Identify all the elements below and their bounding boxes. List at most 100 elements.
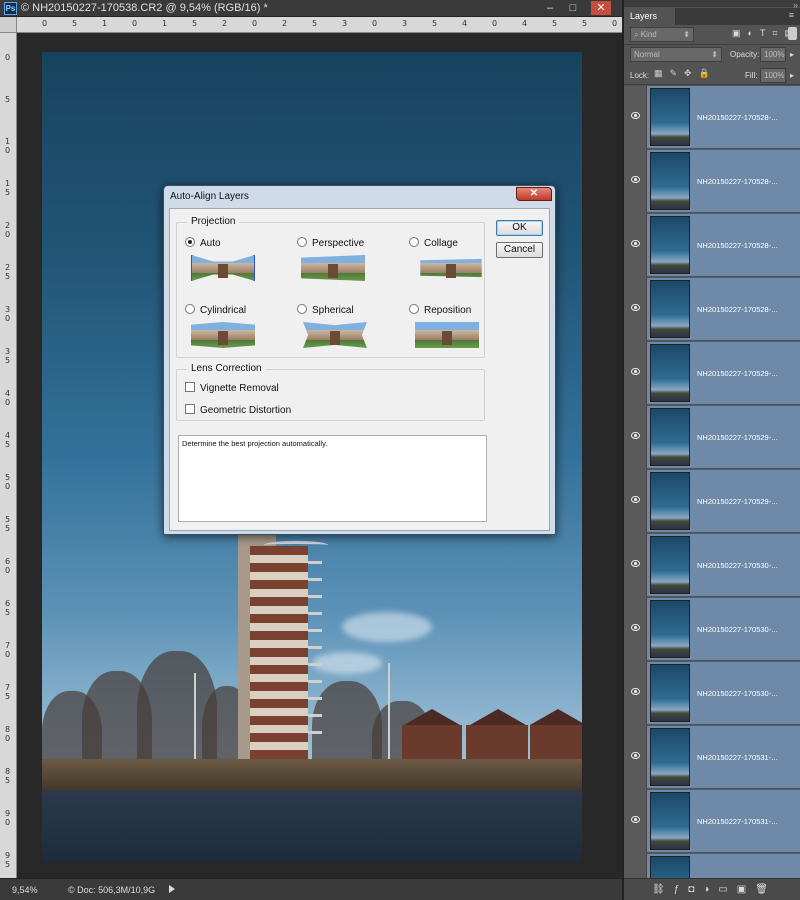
visibility-toggle[interactable] [624, 406, 647, 469]
ruler-tick-label: 7 5 [5, 683, 11, 701]
visibility-toggle[interactable] [624, 534, 647, 597]
radio-button[interactable] [185, 237, 195, 247]
layer-row[interactable]: NH20150227-170528-... [624, 278, 800, 341]
radio-auto[interactable]: Auto [185, 237, 221, 249]
layer-row[interactable]: NH20150227-170530-... [624, 662, 800, 725]
layer-thumbnail [650, 472, 690, 530]
checkbox[interactable] [185, 382, 195, 392]
document-titlebar: Ps © NH20150227-170538.CR2 @ 9,54% (RGB/… [0, 0, 622, 17]
layers-panel-footer: ⛓ƒ◘◑▭▣🗑 [624, 878, 800, 900]
spherical-projection-preview [303, 322, 367, 348]
radio-button[interactable] [185, 304, 195, 314]
layer-row[interactable]: NH20150227-170531-... [624, 726, 800, 789]
layer-name[interactable]: NH20150227-170529-... [697, 433, 777, 442]
horizontal-ruler[interactable]: 05101520253035404550 [17, 17, 622, 33]
fill-arrow-icon[interactable]: ▸ [790, 71, 794, 80]
ruler-tick-label: 4 0 [5, 389, 11, 407]
visibility-toggle[interactable] [624, 662, 647, 725]
radio-cylindrical[interactable]: Cylindrical [185, 304, 246, 316]
dialog-close-button[interactable]: ✕ [516, 187, 552, 201]
layer-name[interactable]: NH20150227-170528-... [697, 305, 777, 314]
radio-button[interactable] [409, 304, 419, 314]
layer-name[interactable]: NH20150227-170529-... [697, 369, 777, 378]
layer-name[interactable]: NH20150227-170531-... [697, 753, 777, 762]
visibility-toggle[interactable] [624, 86, 647, 149]
tab-layers[interactable]: Layers [624, 8, 676, 25]
blend-mode-select[interactable]: Normal ⬍ [630, 47, 722, 62]
ruler-tick-label: 2 5 [5, 263, 11, 281]
visibility-toggle[interactable] [624, 854, 647, 878]
visibility-toggle[interactable] [624, 342, 647, 405]
layer-thumbnail [650, 728, 690, 786]
visibility-toggle[interactable] [624, 278, 647, 341]
radio-collage[interactable]: Collage [409, 237, 458, 249]
opacity-arrow-icon[interactable]: ▸ [790, 50, 794, 59]
layer-row[interactable]: NH20150227-170528-... [624, 214, 800, 277]
layer-row[interactable]: NH20150227-170531-... [624, 790, 800, 853]
opacity-field[interactable]: 100% [760, 47, 786, 62]
minimize-button[interactable]: – [540, 1, 560, 15]
collage-projection-preview [419, 255, 483, 281]
layer-row[interactable]: NH20150227-170529-... [624, 406, 800, 469]
layer-name[interactable]: NH20150227-170529-... [697, 497, 777, 506]
ruler-tick-label: 9 5 [5, 851, 11, 869]
cancel-button[interactable]: Cancel [496, 242, 543, 258]
layer-name[interactable]: NH20150227-170530-... [697, 689, 777, 698]
visibility-toggle[interactable] [624, 598, 647, 661]
layer-row[interactable]: NH20150227-170529-... [624, 470, 800, 533]
radio-spherical[interactable]: Spherical [297, 304, 354, 316]
vertical-ruler[interactable]: 0 5 1 0 1 5 2 0 2 5 3 0 3 5 4 0 4 5 5 0 5 5 6 0 6 5 7 … [0, 33, 17, 878]
close-button[interactable]: ✕ [591, 1, 611, 15]
radio-reposition[interactable]: Reposition [409, 304, 471, 316]
checkbox[interactable] [185, 404, 195, 414]
layer-row[interactable] [624, 854, 800, 878]
ruler-corner [0, 17, 17, 33]
radio-button[interactable] [409, 237, 419, 247]
ruler-tick-label: 0 [492, 19, 498, 28]
layer-row[interactable]: NH20150227-170530-... [624, 598, 800, 661]
layer-name[interactable]: NH20150227-170530-... [697, 625, 777, 634]
layer-thumbnail [650, 280, 690, 338]
ruler-tick-label: 4 [462, 19, 468, 28]
radio-button[interactable] [297, 304, 307, 314]
status-menu-arrow-icon[interactable] [169, 885, 175, 893]
layer-list[interactable]: NH20150227-170528-... NH20150227-170528-.… [624, 86, 800, 878]
visibility-toggle[interactable] [624, 726, 647, 789]
zoom-level[interactable]: 9,54% [12, 885, 38, 895]
visibility-toggle[interactable] [624, 150, 647, 213]
ok-button[interactable]: OK [496, 220, 543, 236]
radio-perspective[interactable]: Perspective [297, 237, 364, 249]
visibility-toggle[interactable] [624, 790, 647, 853]
radio-button[interactable] [297, 237, 307, 247]
visibility-toggle[interactable] [624, 214, 647, 277]
layer-thumbnail [650, 344, 690, 402]
layer-row[interactable]: NH20150227-170530-... [624, 534, 800, 597]
layer-row[interactable]: NH20150227-170528-... [624, 150, 800, 213]
filter-toggle[interactable] [788, 27, 797, 40]
riverbank [42, 759, 582, 793]
geometric-distortion-checkbox[interactable]: Geometric Distortion [185, 404, 291, 416]
lens-correction-title: Lens Correction [187, 363, 266, 374]
vignette-removal-checkbox[interactable]: Vignette Removal [185, 382, 279, 394]
ruler-tick-label: 5 [582, 19, 588, 28]
layer-name[interactable]: NH20150227-170528-... [697, 241, 777, 250]
layer-name[interactable]: NH20150227-170528-... [697, 177, 777, 186]
eye-icon [631, 240, 640, 247]
panel-menu-icon[interactable]: ≡ [789, 10, 794, 20]
layer-name[interactable]: NH20150227-170531-... [697, 817, 777, 826]
layer-action-icons[interactable]: ⛓ƒ◘◑▭▣🗑 [652, 884, 777, 895]
lock-icons[interactable]: ▦✎✥🔒 [654, 68, 717, 79]
fill-field[interactable]: 100% [760, 68, 786, 83]
panel-top-strip: » [624, 0, 800, 10]
layer-row[interactable]: NH20150227-170528-... [624, 86, 800, 149]
maximize-button[interactable]: □ [563, 1, 583, 15]
layer-name[interactable]: NH20150227-170530-... [697, 561, 777, 570]
filter-kind-select[interactable]: ⌕ Kind ⬍ [630, 27, 694, 42]
photoshop-logo-icon: Ps [4, 2, 17, 15]
fill-value: 100% [764, 71, 785, 80]
ruler-tick-label: 2 0 [5, 221, 11, 239]
layer-name[interactable]: NH20150227-170528-... [697, 113, 777, 122]
layer-row[interactable]: NH20150227-170529-... [624, 342, 800, 405]
river-water [42, 791, 582, 861]
visibility-toggle[interactable] [624, 470, 647, 533]
